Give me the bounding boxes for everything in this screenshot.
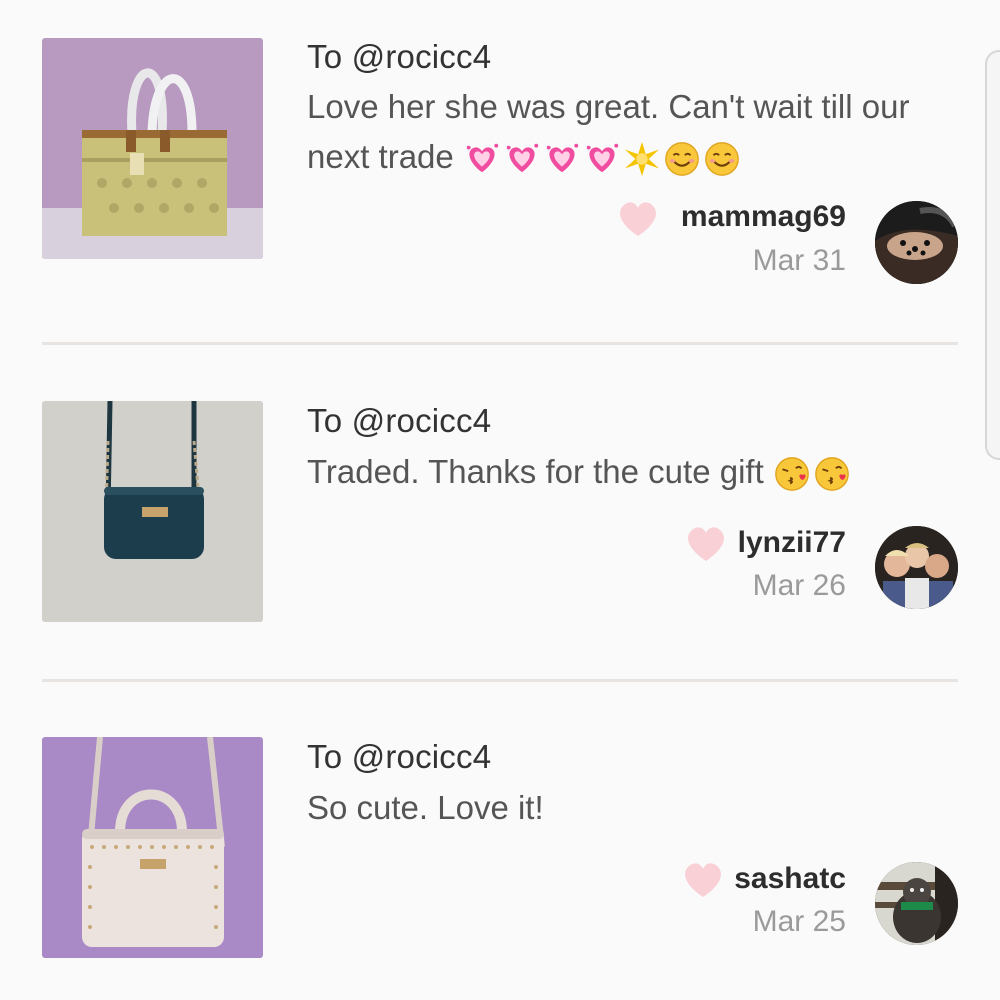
emoji-row <box>773 455 851 493</box>
kissing-face-icon <box>773 455 811 493</box>
review-recipient[interactable]: To @rocicc4 <box>307 402 491 440</box>
crossbody-bag-image <box>42 401 263 622</box>
review-date: Mar 26 <box>752 569 846 602</box>
review-message: So cute. Love it! <box>307 783 947 833</box>
kissing-face-icon <box>813 455 851 493</box>
reviewer-username[interactable]: lynzii77 <box>738 526 846 560</box>
reviews-page: To @rocicc4 Love her she was great. Can'… <box>0 0 1000 1000</box>
like-heart-icon[interactable] <box>681 861 725 899</box>
review-divider <box>42 342 958 345</box>
review-message-text: So cute. Love it! <box>307 789 544 826</box>
review-date: Mar 25 <box>752 905 846 938</box>
item-thumbnail-satchel[interactable] <box>42 737 263 958</box>
reviewer-username[interactable]: sashatc <box>734 862 846 896</box>
reviewer-avatar[interactable] <box>875 862 958 945</box>
review-card: To @rocicc4 So cute. Love it! sashatc Ma… <box>0 0 1000 958</box>
scroll-handle[interactable] <box>985 50 1000 460</box>
review-message: Traded. Thanks for the cute gift <box>307 447 947 497</box>
item-thumbnail-crossbody[interactable] <box>42 401 263 622</box>
review-recipient[interactable]: To @rocicc4 <box>307 738 491 776</box>
review-divider <box>42 679 958 682</box>
satchel-bag-image <box>42 737 263 958</box>
review-message-text: Traded. Thanks for the cute gift <box>307 453 764 490</box>
like-heart-icon[interactable] <box>684 525 728 563</box>
reviewer-avatar[interactable] <box>875 526 958 609</box>
